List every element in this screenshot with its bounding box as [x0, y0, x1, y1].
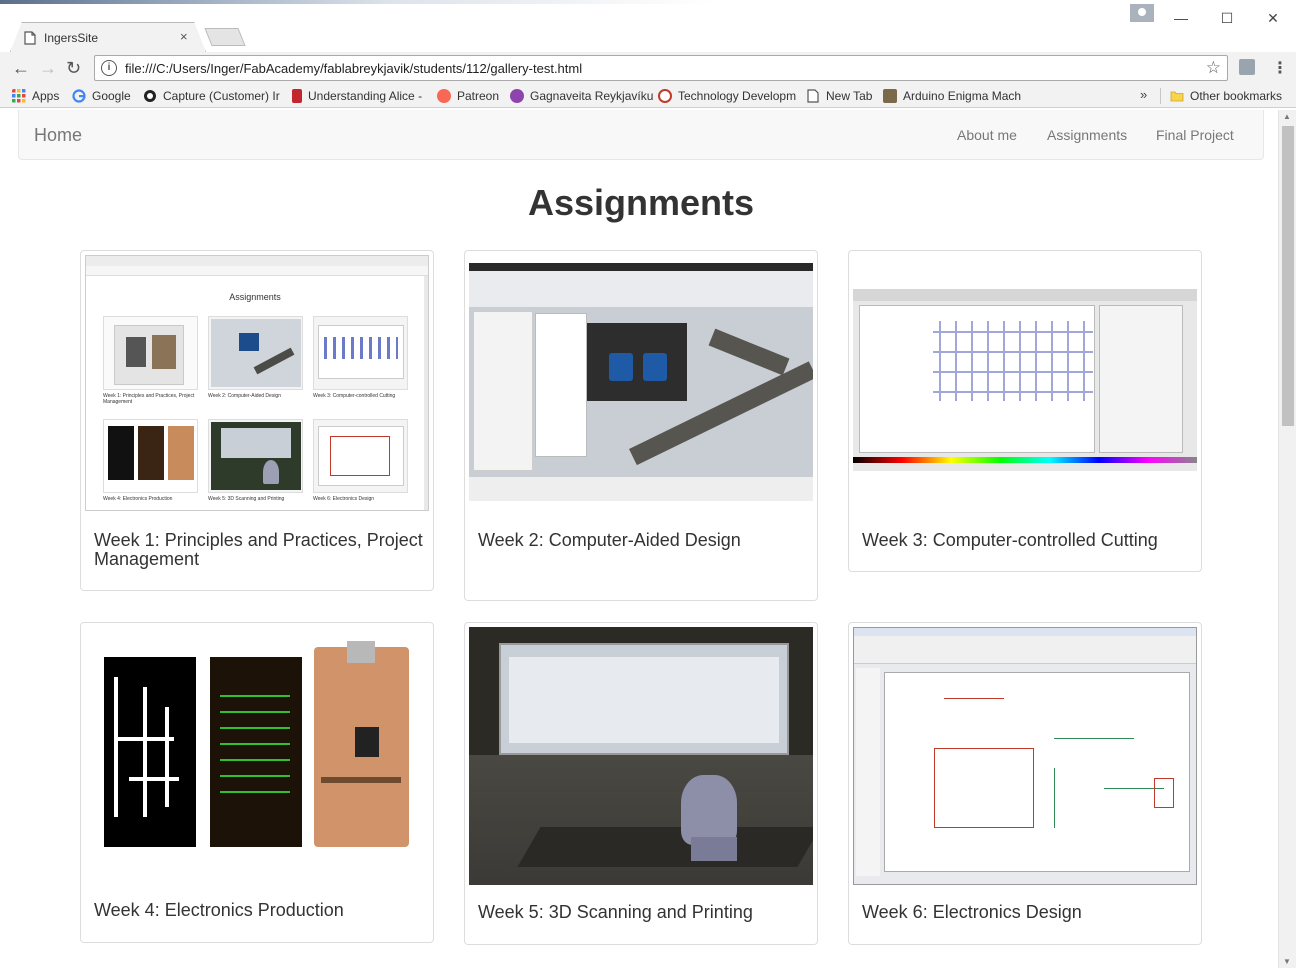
nav-assignments[interactable]: Assignments [1047, 127, 1127, 143]
thumb-mini-caption-2: Week 2: Computer-Aided Design [208, 393, 281, 399]
card-week-1[interactable]: Assignments Week 1: Principles and Pract… [80, 250, 434, 591]
card-caption: Week 4: Electronics Production [94, 900, 344, 920]
nav-home-link[interactable]: Home [34, 125, 82, 146]
bookmark-label: Technology Developm [678, 89, 797, 103]
bookmark-new-tab[interactable]: New Tab [806, 88, 872, 104]
forward-button[interactable]: → [39, 58, 57, 79]
bookmark-star-icon[interactable]: ☆ [1206, 58, 1221, 78]
new-tab-button[interactable] [204, 28, 246, 46]
bookmark-label: Patreon [457, 89, 500, 103]
card-week-6[interactable]: Week 6: Electronics Design [848, 622, 1202, 945]
bookmark-label: Understanding Alice - [308, 89, 423, 103]
bookmark-label: Capture (Customer) Ir [163, 89, 280, 103]
reload-button[interactable]: ↻ [66, 58, 81, 79]
page-icon [807, 89, 819, 103]
extension-icon[interactable] [1239, 59, 1255, 75]
bookmark-gagnaveita[interactable]: Gagnaveita Reykjavíku [510, 88, 653, 104]
bookmark-apps[interactable]: Apps [12, 88, 59, 104]
scroll-down-icon[interactable]: ▼ [1283, 957, 1291, 966]
week3-thumbnail[interactable] [853, 289, 1197, 471]
nav-final-project[interactable]: Final Project [1156, 127, 1234, 143]
card-week-4[interactable]: Week 4: Electronics Production [80, 622, 434, 943]
bookmark-label: Other bookmarks [1190, 89, 1283, 103]
scroll-thumb[interactable] [1282, 126, 1294, 426]
bookmark-label: New Tab [826, 89, 873, 103]
card-week-3[interactable]: Week 3: Computer-controlled Cutting [848, 250, 1202, 572]
site-info-icon[interactable]: i [101, 60, 117, 76]
thumb-mini-card-5 [208, 419, 303, 493]
bookmark-other[interactable]: Other bookmarks [1170, 88, 1282, 104]
thumb-address-bar [86, 266, 428, 276]
site-navbar: Home About me Assignments Final Project [18, 110, 1264, 160]
scroll-up-icon[interactable]: ▲ [1283, 112, 1291, 121]
page-icon [24, 31, 36, 45]
tab-close-icon[interactable]: × [180, 29, 188, 44]
maximize-button[interactable]: ☐ [1204, 10, 1250, 27]
card-caption: Week 6: Electronics Design [862, 902, 1082, 922]
bookmarks-separator [1160, 88, 1161, 104]
card-caption: Week 1: Principles and Practices, Projec… [94, 530, 423, 569]
week2-thumbnail[interactable] [469, 263, 813, 501]
tab-content[interactable]: IngersSite [24, 24, 198, 52]
bookmark-technology[interactable]: Technology Developm [658, 88, 796, 104]
thumb-page-title: Assignments [229, 292, 281, 302]
window-controls: — ☐ ✕ [1158, 0, 1296, 36]
tab-title: IngersSite [44, 31, 99, 45]
bookmark-label: Arduino Enigma Mach [903, 89, 1022, 103]
card-caption: Week 5: 3D Scanning and Printing [478, 902, 753, 922]
bookmark-label: Apps [32, 89, 60, 103]
card-caption: Week 2: Computer-Aided Design [478, 530, 741, 550]
gagnaveita-icon [510, 89, 524, 103]
thumb-mini-caption-4: Week 4: Electronics Production [103, 496, 173, 502]
apps-grid-icon [12, 89, 26, 103]
folder-icon [1170, 91, 1184, 102]
profile-icon[interactable] [1130, 4, 1154, 22]
thumb-browser-bar [86, 256, 428, 266]
more-bookmarks-icon[interactable]: » [1140, 87, 1147, 102]
capture-icon [144, 90, 156, 102]
thumb-mini-card-6 [313, 419, 408, 493]
thumb-scrollbar [424, 276, 428, 510]
page-title: Assignments [527, 182, 755, 223]
arduino-icon [883, 89, 897, 103]
menu-icon[interactable]: ⋮ [1272, 58, 1288, 78]
thumb-mini-card-4 [103, 419, 198, 493]
alice-icon [292, 89, 302, 103]
address-bar[interactable]: i file:///C:/Users/Inger/FabAcademy/fabl… [94, 55, 1228, 81]
page-scrollbar[interactable]: ▲ ▼ [1278, 110, 1296, 968]
close-button[interactable]: ✕ [1250, 10, 1296, 27]
minimize-button[interactable]: — [1158, 10, 1204, 26]
thumb-mini-card-1 [103, 316, 198, 390]
week4-thumbnail[interactable] [85, 627, 429, 865]
technology-icon [658, 89, 672, 103]
bookmark-arduino-enigma[interactable]: Arduino Enigma Mach [883, 88, 1021, 104]
card-caption: Week 3: Computer-controlled Cutting [862, 530, 1158, 550]
thumb-mini-card-3 [313, 316, 408, 390]
thumb-mini-card-2 [208, 316, 303, 390]
week6-thumbnail[interactable] [853, 627, 1197, 885]
thumb-mini-caption-3: Week 3: Computer-controlled Cutting [313, 393, 396, 399]
back-button[interactable]: ← [12, 58, 30, 79]
bookmark-label: Google [92, 89, 131, 103]
week1-thumbnail[interactable]: Assignments Week 1: Principles and Pract… [85, 255, 429, 511]
browser-window: IngersSite × — ☐ ✕ ← → ↻ i file:///C:/Us… [0, 0, 1296, 968]
bookmark-patreon[interactable]: Patreon [437, 88, 499, 104]
card-week-2[interactable]: Week 2: Computer-Aided Design [464, 250, 818, 601]
nav-about-me[interactable]: About me [957, 127, 1017, 143]
thumb-mini-caption-5: Week 5: 3D Scanning and Printing [208, 496, 285, 502]
bookmark-label: Gagnaveita Reykjavíku [530, 89, 654, 103]
patreon-icon [437, 89, 451, 103]
scanned-bust [681, 775, 737, 845]
url-text[interactable]: file:///C:/Users/Inger/FabAcademy/fablab… [125, 61, 582, 76]
week5-thumbnail[interactable] [469, 627, 813, 885]
page-viewport: Home About me Assignments Final Project … [4, 110, 1278, 968]
google-icon [72, 89, 86, 103]
bookmark-understanding-alice[interactable]: Understanding Alice - [292, 88, 422, 104]
card-week-5[interactable]: Week 5: 3D Scanning and Printing [464, 622, 818, 945]
bookmark-capture[interactable]: Capture (Customer) Ir [143, 88, 280, 104]
thumb-mini-caption-6: Week 6: Electronics Design [313, 496, 375, 502]
thumb-mini-caption-1: Week 1: Principles and Practices, Projec… [103, 393, 195, 405]
bookmark-google[interactable]: Google [72, 88, 131, 104]
